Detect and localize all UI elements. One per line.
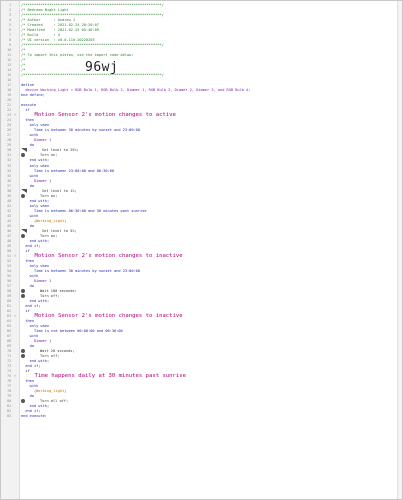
- level-icon: [21, 228, 27, 233]
- code-lines: 1/**************************************…: [1, 3, 402, 419]
- power-icon: [21, 233, 25, 238]
- level-icon: [21, 148, 27, 153]
- code-line[interactable]: 83 end execute;: [1, 414, 402, 419]
- power-icon: [21, 293, 25, 298]
- import-code[interactable]: 96wj: [85, 60, 118, 75]
- power-icon: [21, 153, 25, 158]
- piston-code-editor: 1/**************************************…: [0, 0, 403, 500]
- power-icon: [21, 288, 25, 293]
- power-icon: [21, 354, 25, 359]
- power-icon: [21, 399, 25, 404]
- level-icon: [21, 188, 27, 193]
- line-number: 83: [7, 414, 11, 419]
- power-icon: [21, 349, 25, 354]
- power-icon: [21, 193, 25, 198]
- code-text: end execute;: [21, 414, 47, 419]
